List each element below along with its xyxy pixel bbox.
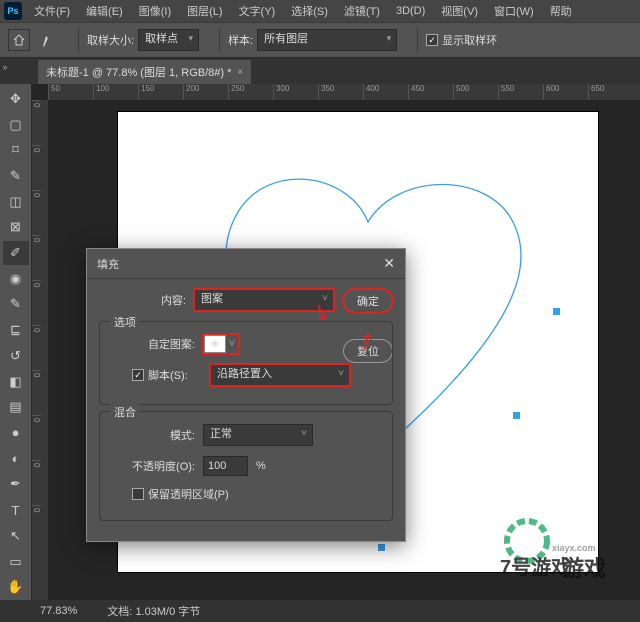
menu-window[interactable]: 窗口(W)	[486, 3, 542, 19]
ruler-horizontal: 50100150200250300350400450500550600650	[48, 84, 640, 100]
opacity-suffix: %	[256, 460, 266, 472]
options-bar: 取样大小: 取样点 样本: 所有图层 显示取样环	[0, 22, 640, 58]
tool-eraser[interactable]: ◧	[3, 370, 29, 394]
tab-close-icon[interactable]: ×	[237, 67, 243, 78]
tool-blur[interactable]: ●	[3, 421, 29, 445]
mode-dropdown[interactable]: 正常	[203, 424, 313, 446]
pattern-swatch[interactable]: ❀	[204, 335, 226, 353]
tool-frame[interactable]: ⊠	[3, 216, 29, 240]
document-tab[interactable]: 未标题-1 @ 77.8% (图层 1, RGB/8#) * ×	[38, 60, 251, 84]
content-label: 内容:	[99, 292, 194, 308]
doc-info[interactable]: 文档: 1.03M/0 字节	[107, 603, 200, 619]
expand-panels-icon[interactable]: »	[0, 62, 10, 74]
dialog-title: 填充	[97, 256, 119, 272]
menu-3d[interactable]: 3D(D)	[388, 5, 433, 17]
ok-button[interactable]: 确定	[343, 289, 393, 313]
opacity-label: 不透明度(O):	[108, 458, 203, 474]
script-checkbox[interactable]	[132, 369, 144, 381]
tool-eyedropper[interactable]: ✐	[3, 241, 29, 265]
dialog-titlebar[interactable]: 填充 ✕	[87, 249, 405, 279]
tools-panel: ✥ ▢ ⌑ ✎ ◫ ⊠ ✐ ◉ ✎ ⊑ ↺ ◧ ▤ ● ◐ ✒ T ↖ ▭ ✋	[0, 84, 32, 600]
opacity-input[interactable]	[203, 456, 248, 476]
sample-size-label: 取样大小:	[87, 32, 134, 48]
tool-lasso[interactable]: ⌑	[3, 138, 29, 162]
preserve-trans-checkbox[interactable]	[132, 488, 144, 500]
fill-dialog: 填充 ✕ 内容: 图案 确定 复位 ↘ ↗ 选项 自定图案: ❀ ˅ 脚本(S)…	[86, 248, 406, 542]
tool-quick-select[interactable]: ✎	[3, 164, 29, 188]
close-icon[interactable]: ✕	[383, 255, 395, 272]
tool-move[interactable]: ✥	[3, 87, 29, 111]
mode-label: 模式:	[108, 427, 203, 443]
tool-crop[interactable]: ◫	[3, 190, 29, 214]
script-label: 脚本(S):	[148, 367, 210, 383]
script-dropdown[interactable]: 沿路径置入	[210, 364, 350, 386]
sample-size-dropdown[interactable]: 取样点	[138, 29, 199, 51]
sample-dropdown[interactable]: 所有图层	[257, 29, 397, 51]
ruler-vertical: 0000000000	[32, 100, 48, 600]
menu-file[interactable]: 文件(F)	[26, 3, 78, 19]
menubar: Ps 文件(F) 编辑(E) 图像(I) 图层(L) 文字(Y) 选择(S) 滤…	[0, 0, 640, 22]
menu-edit[interactable]: 编辑(E)	[78, 3, 131, 19]
tab-bar: 未标题-1 @ 77.8% (图层 1, RGB/8#) * ×	[0, 58, 640, 84]
tool-pen[interactable]: ✒	[3, 473, 29, 497]
tool-path[interactable]: ↖	[3, 524, 29, 548]
sample-label: 样本:	[228, 32, 253, 48]
home-button[interactable]	[8, 29, 30, 51]
menu-type[interactable]: 文字(Y)	[231, 3, 284, 19]
custom-pattern-label: 自定图案:	[108, 336, 203, 352]
tool-brush[interactable]: ✎	[3, 293, 29, 317]
tool-hand[interactable]: ✋	[3, 575, 29, 599]
preserve-trans-label: 保留透明区域(P)	[148, 486, 229, 502]
tool-stamp[interactable]: ⊑	[3, 318, 29, 342]
menu-filter[interactable]: 滤镜(T)	[336, 3, 388, 19]
tool-type[interactable]: T	[3, 498, 29, 522]
tool-history[interactable]: ↺	[3, 344, 29, 368]
ps-logo: Ps	[4, 2, 22, 20]
blend-legend: 混合	[110, 404, 140, 420]
current-tool-icon[interactable]	[38, 29, 60, 51]
zoom-level[interactable]: 77.83%	[40, 605, 77, 617]
options-legend: 选项	[110, 314, 140, 330]
show-ring-label: 显示取样环	[442, 32, 497, 48]
menu-view[interactable]: 视图(V)	[433, 3, 486, 19]
tool-shape[interactable]: ▭	[3, 550, 29, 574]
tool-gradient[interactable]: ▤	[3, 395, 29, 419]
pattern-dropdown-icon[interactable]: ˅	[226, 338, 238, 350]
tool-heal[interactable]: ◉	[3, 267, 29, 291]
anchor-point[interactable]	[378, 544, 385, 551]
menu-layer[interactable]: 图层(L)	[179, 3, 230, 19]
menu-image[interactable]: 图像(I)	[131, 3, 179, 19]
anchor-point[interactable]	[553, 308, 560, 315]
menu-help[interactable]: 帮助	[542, 3, 580, 19]
show-ring-checkbox[interactable]	[426, 34, 438, 46]
tool-dodge[interactable]: ◐	[3, 447, 29, 471]
anchor-point[interactable]	[513, 412, 520, 419]
tool-marquee[interactable]: ▢	[3, 113, 29, 137]
tab-title: 未标题-1 @ 77.8% (图层 1, RGB/8#) *	[46, 64, 231, 80]
options-group: 选项 自定图案: ❀ ˅ 脚本(S): 沿路径置入	[99, 321, 393, 405]
menu-select[interactable]: 选择(S)	[283, 3, 336, 19]
status-bar: 77.83% 文档: 1.03M/0 字节	[0, 600, 640, 622]
blend-group: 混合 模式: 正常 不透明度(O): % 保留透明区域(P)	[99, 411, 393, 521]
